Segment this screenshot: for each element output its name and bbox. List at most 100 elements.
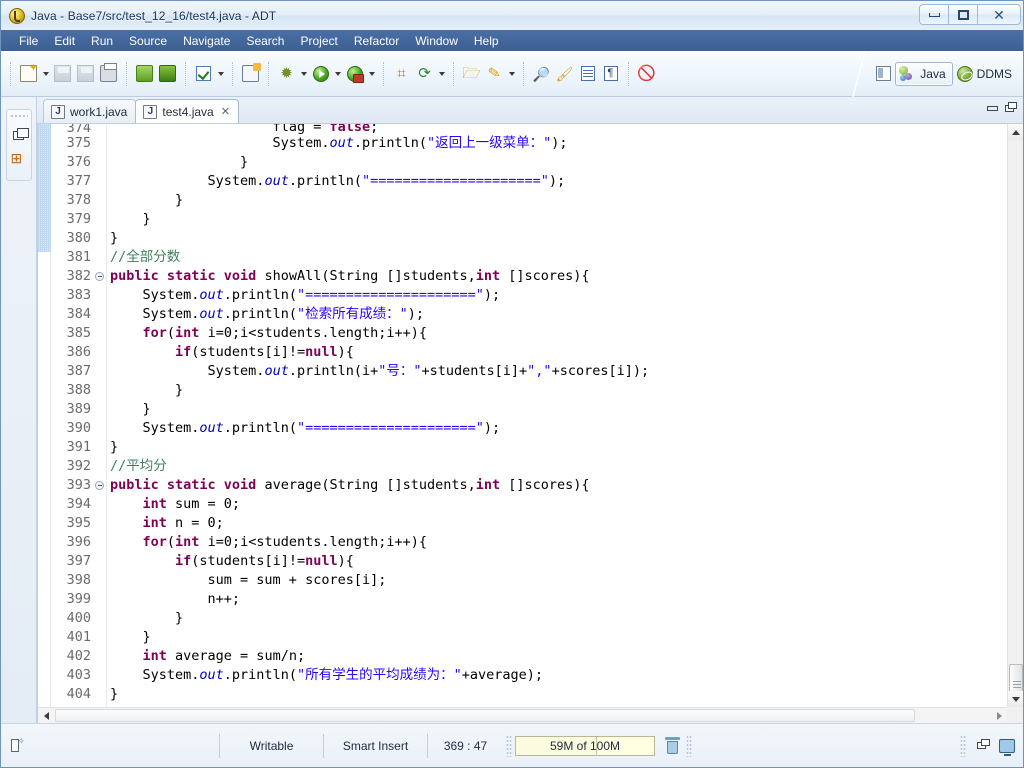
code-line[interactable]: } xyxy=(110,229,1007,248)
scroll-down-arrow-icon[interactable] xyxy=(1008,691,1023,707)
print-button[interactable] xyxy=(97,62,120,86)
code-line[interactable]: int average = sum/n; xyxy=(110,647,1007,666)
perspective-java[interactable]: Java xyxy=(895,61,953,86)
pilcrow-button[interactable]: ¶ xyxy=(599,62,622,86)
minimize-editor-icon[interactable] xyxy=(987,102,999,113)
external-tools-button[interactable] xyxy=(343,62,366,86)
code-line[interactable]: } xyxy=(110,191,1007,210)
menu-item-file[interactable]: File xyxy=(11,32,46,50)
new-java-class-button[interactable] xyxy=(239,62,262,86)
monitor-icon[interactable] xyxy=(999,738,1015,756)
code-line[interactable]: n++; xyxy=(110,590,1007,609)
code-line[interactable]: int n = 0; xyxy=(110,514,1007,533)
build-all-button[interactable] xyxy=(192,62,215,86)
external-tools-dropdown[interactable] xyxy=(366,62,377,86)
menu-item-project[interactable]: Project xyxy=(292,32,345,50)
menu-item-edit[interactable]: Edit xyxy=(46,32,83,50)
maximize-button[interactable] xyxy=(948,4,977,25)
garbage-collect-icon[interactable] xyxy=(663,736,683,756)
menu-item-search[interactable]: Search xyxy=(238,32,292,50)
minimize-button[interactable] xyxy=(919,4,948,25)
close-icon[interactable]: ✕ xyxy=(221,105,230,118)
code-line[interactable]: if(students[i]!=null){ xyxy=(110,552,1007,571)
android-sdk-manager-button[interactable] xyxy=(133,62,156,86)
code-line[interactable]: } xyxy=(110,609,1007,628)
code-line[interactable]: System.out.println("所有学生的平均成绩为："+average… xyxy=(110,666,1007,685)
code-line[interactable]: sum = sum + scores[i]; xyxy=(110,571,1007,590)
scroll-left-arrow-icon[interactable] xyxy=(38,708,54,723)
code-line[interactable]: } xyxy=(110,381,1007,400)
save-all-button[interactable] xyxy=(74,62,97,86)
highlight-button[interactable]: 🖌 xyxy=(553,62,576,86)
restore-view-button[interactable] xyxy=(11,126,29,142)
maximize-editor-icon[interactable] xyxy=(1005,102,1017,113)
fold-toggle[interactable] xyxy=(95,267,106,286)
drag-handle-dots[interactable] xyxy=(9,114,28,118)
code-text[interactable]: flag = false; System.out.println("返回上一级菜… xyxy=(110,124,1007,707)
run-dropdown[interactable] xyxy=(332,62,343,86)
code-line[interactable]: for(int i=0;i<students.length;i++){ xyxy=(110,324,1007,343)
debug-dropdown[interactable] xyxy=(298,62,309,86)
heap-usage-bar[interactable]: 59M of 100M xyxy=(515,735,655,756)
code-line[interactable]: for(int i=0;i<students.length;i++){ xyxy=(110,533,1007,552)
restore-layout-icon[interactable] xyxy=(977,739,991,752)
open-type-button[interactable]: ⟳ xyxy=(413,62,436,86)
horizontal-scroll-thumb[interactable] xyxy=(55,709,915,722)
tab-test4-java[interactable]: J test4.java ✕ xyxy=(135,99,239,123)
code-line[interactable]: System.out.println("====================… xyxy=(110,172,1007,191)
search-button[interactable]: 🔎 xyxy=(530,62,553,86)
build-all-dropdown[interactable] xyxy=(215,62,226,86)
editor-vertical-scrollbar[interactable] xyxy=(1007,124,1023,707)
menu-item-help[interactable]: Help xyxy=(466,32,507,50)
scroll-right-arrow-icon[interactable] xyxy=(991,708,1007,723)
code-line[interactable]: } xyxy=(110,438,1007,457)
code-line[interactable]: if(students[i]!=null){ xyxy=(110,343,1007,362)
code-line[interactable]: int sum = 0; xyxy=(110,495,1007,514)
code-line[interactable]: public static void showAll(String []stud… xyxy=(110,267,1007,286)
code-editor[interactable]: 374 375 376 377 378 379 380 381 382 383 384 385 386 3… xyxy=(37,123,1023,723)
open-perspective-button[interactable] xyxy=(872,62,895,86)
annotation-button[interactable]: ✎ xyxy=(483,62,506,86)
android-avd-manager-button[interactable] xyxy=(156,62,179,86)
code-line[interactable]: public static void average(String []stud… xyxy=(110,476,1007,495)
package-explorer-fastview-button[interactable]: ⊞ xyxy=(11,150,27,166)
tab-work1-java[interactable]: J work1.java xyxy=(43,99,137,123)
folding-ruler[interactable] xyxy=(95,124,107,707)
open-task-button[interactable]: 🗁 xyxy=(460,62,483,86)
collapse-icon[interactable] xyxy=(95,481,104,490)
code-line[interactable]: flag = false; xyxy=(110,124,1007,134)
code-line[interactable]: //平均分 xyxy=(110,457,1007,476)
heap-status-widget[interactable]: 59M of 100M xyxy=(515,735,683,756)
code-line[interactable]: //全部分数 xyxy=(110,248,1007,267)
new-wizard-button[interactable]: ✦ xyxy=(17,62,40,86)
editor-horizontal-scrollbar[interactable] xyxy=(38,707,1007,723)
save-button[interactable] xyxy=(51,62,74,86)
new-android-test-button[interactable]: ⌗ xyxy=(390,62,413,86)
code-line[interactable]: } xyxy=(110,400,1007,419)
run-button[interactable] xyxy=(309,62,332,86)
code-line[interactable]: System.out.println("返回上一级菜单："); xyxy=(110,134,1007,153)
show-whitespace-button[interactable] xyxy=(576,62,599,86)
code-line[interactable]: } xyxy=(110,628,1007,647)
menu-item-window[interactable]: Window xyxy=(407,32,466,50)
skip-breakpoints-button[interactable]: 🚫 xyxy=(635,62,658,86)
menu-item-navigate[interactable]: Navigate xyxy=(175,32,238,50)
code-line[interactable]: System.out.println("====================… xyxy=(110,419,1007,438)
code-line[interactable]: } xyxy=(110,685,1007,704)
menu-item-source[interactable]: Source xyxy=(121,32,175,50)
code-line[interactable]: System.out.println("====================… xyxy=(110,286,1007,305)
new-wizard-dropdown[interactable] xyxy=(40,62,51,86)
scroll-up-arrow-icon[interactable] xyxy=(1008,124,1023,140)
code-line[interactable]: System.out.println("检索所有成绩："); xyxy=(110,305,1007,324)
code-line[interactable]: System.out.println(i+"号："+students[i]+",… xyxy=(110,362,1007,381)
code-line[interactable]: } xyxy=(110,210,1007,229)
annotation-dropdown[interactable] xyxy=(506,62,517,86)
menu-item-refactor[interactable]: Refactor xyxy=(346,32,407,50)
open-type-dropdown[interactable] xyxy=(436,62,447,86)
code-line[interactable]: } xyxy=(110,153,1007,172)
annotation-ruler[interactable] xyxy=(38,124,51,707)
collapse-icon[interactable] xyxy=(95,272,104,281)
close-button[interactable]: ✕ xyxy=(977,4,1021,25)
perspective-ddms[interactable]: DDMS xyxy=(953,62,1019,86)
fold-toggle[interactable] xyxy=(95,476,106,495)
